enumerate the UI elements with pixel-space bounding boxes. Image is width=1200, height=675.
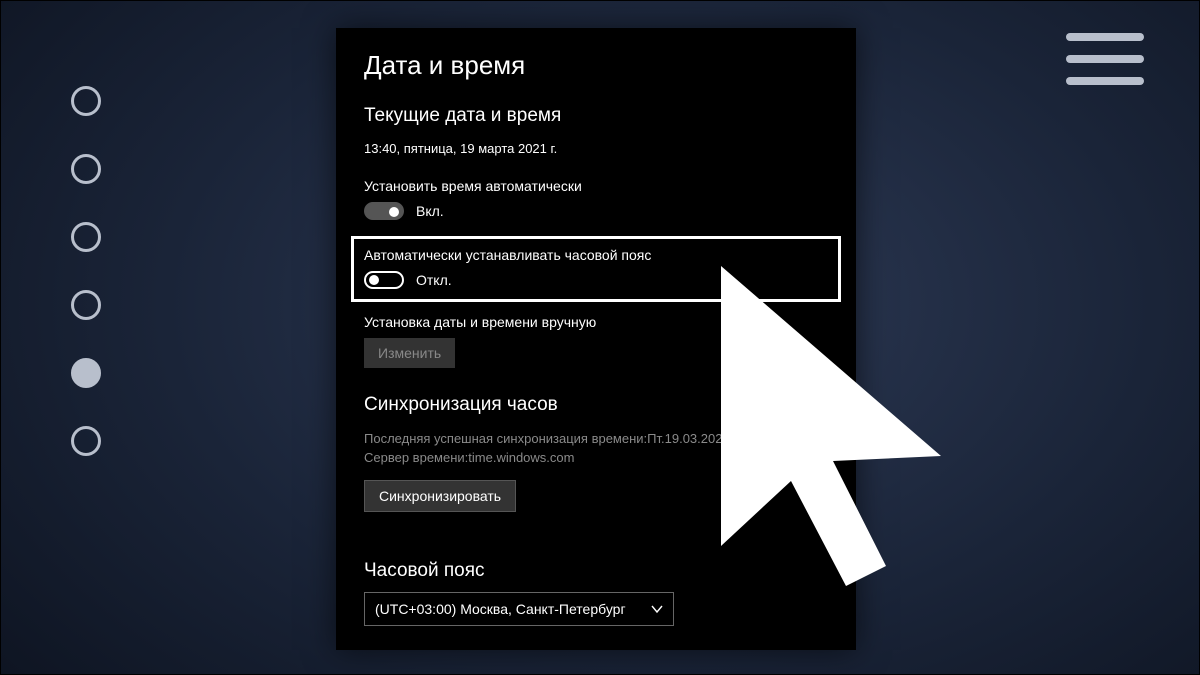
auto-timezone-label: Автоматически устанавливать часовой пояс bbox=[364, 247, 828, 263]
toggle-knob bbox=[389, 207, 399, 217]
auto-time-label: Установить время автоматически bbox=[364, 178, 828, 194]
menu-icon[interactable] bbox=[1066, 33, 1144, 85]
current-datetime-value: 13:40, пятница, 19 марта 2021 г. bbox=[364, 141, 828, 156]
tutorial-slide: Дата и время Текущие дата и время 13:40,… bbox=[0, 0, 1200, 675]
progress-dots bbox=[71, 86, 101, 456]
toggle-knob bbox=[369, 275, 379, 285]
auto-time-toggle[interactable] bbox=[364, 202, 404, 220]
hamburger-bar bbox=[1066, 55, 1144, 63]
progress-dot-3[interactable] bbox=[71, 222, 101, 252]
auto-timezone-toggle[interactable] bbox=[364, 271, 404, 289]
timezone-heading: Часовой пояс bbox=[364, 560, 828, 582]
sync-info: Последняя успешная синхронизация времени… bbox=[364, 430, 828, 468]
timezone-selected-value: (UTC+03:00) Москва, Санкт-Петербург bbox=[375, 601, 626, 617]
chevron-down-icon bbox=[651, 603, 663, 615]
change-button[interactable]: Изменить bbox=[364, 338, 455, 368]
page-title: Дата и время bbox=[364, 50, 828, 81]
timezone-select[interactable]: (UTC+03:00) Москва, Санкт-Петербург bbox=[364, 592, 674, 626]
progress-dot-4[interactable] bbox=[71, 290, 101, 320]
progress-dot-1[interactable] bbox=[71, 86, 101, 116]
auto-time-state: Вкл. bbox=[416, 203, 444, 219]
progress-dot-2[interactable] bbox=[71, 154, 101, 184]
settings-panel: Дата и время Текущие дата и время 13:40,… bbox=[336, 28, 856, 650]
sync-heading: Синхронизация часов bbox=[364, 394, 828, 416]
manual-datetime-label: Установка даты и времени вручную bbox=[364, 314, 828, 330]
auto-timezone-state: Откл. bbox=[416, 272, 452, 288]
progress-dot-6[interactable] bbox=[71, 426, 101, 456]
progress-dot-5-current[interactable] bbox=[71, 358, 101, 388]
sync-last-success: Последняя успешная синхронизация времени… bbox=[364, 430, 828, 449]
hamburger-bar bbox=[1066, 77, 1144, 85]
highlighted-setting: Автоматически устанавливать часовой пояс… bbox=[351, 236, 841, 302]
sync-server: Сервер времени:time.windows.com bbox=[364, 449, 828, 468]
hamburger-bar bbox=[1066, 33, 1144, 41]
sync-now-button[interactable]: Синхронизировать bbox=[364, 480, 516, 512]
current-datetime-heading: Текущие дата и время bbox=[364, 105, 828, 127]
